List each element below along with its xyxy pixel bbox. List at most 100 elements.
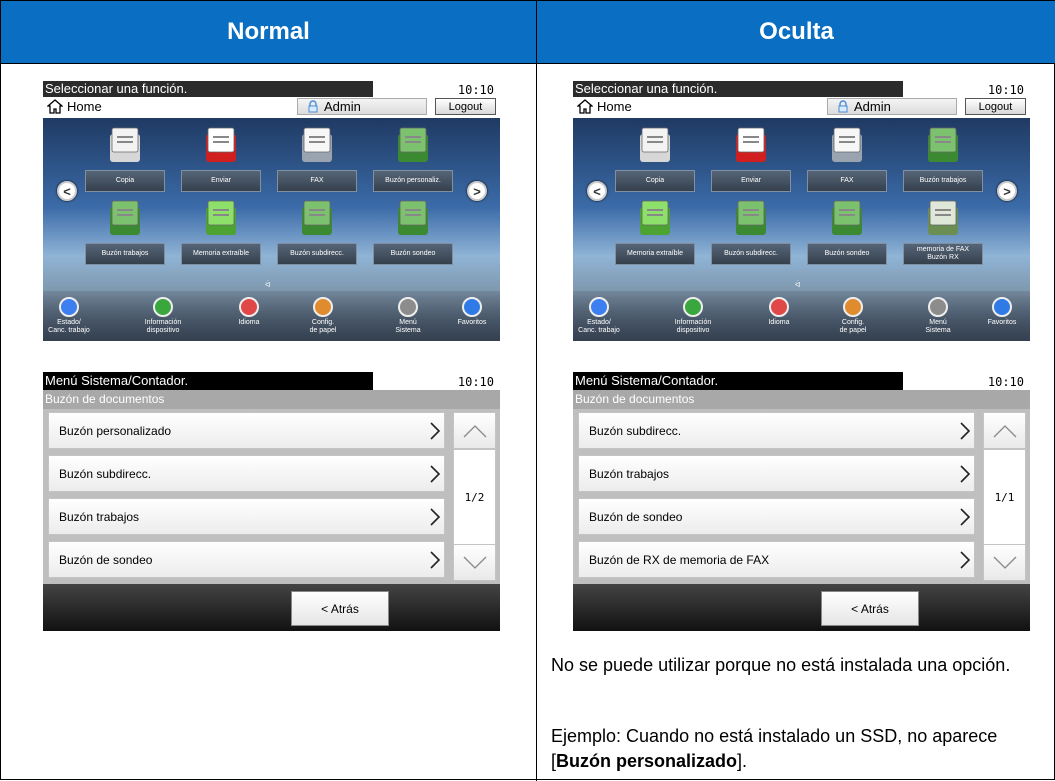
- page-counter: 1/2: [453, 449, 496, 546]
- shortcut-icon: [683, 297, 703, 317]
- shortcut-label: Menú Sistema: [395, 319, 421, 334]
- function-tile[interactable]: Buzón trabajos: [85, 197, 165, 282]
- shortcut-label: Estado/ Canc. trabajo: [48, 319, 90, 334]
- prev-page-button[interactable]: <: [57, 181, 77, 201]
- header-oculta: Oculta: [537, 1, 1055, 63]
- function-tile[interactable]: Memoria extraíble: [615, 197, 695, 282]
- function-tile-label: FAX: [807, 170, 887, 192]
- home-button[interactable]: Home: [577, 99, 632, 114]
- menu-row[interactable]: Buzón trabajos: [48, 498, 445, 535]
- function-tile[interactable]: Buzón subdirecc.: [711, 197, 791, 282]
- function-tile-label: Memoria extraíble: [615, 243, 695, 265]
- menu-row-label: Buzón de RX de memoria de FAX: [589, 552, 770, 567]
- chevron-down-icon: [463, 556, 487, 569]
- back-button[interactable]: < Atrás: [291, 591, 389, 626]
- header-normal: Normal: [1, 1, 536, 63]
- next-page-button[interactable]: >: [997, 181, 1017, 201]
- function-icon: [398, 200, 428, 235]
- shortcut-button[interactable]: Información dispositivo: [658, 297, 728, 341]
- function-icon: [302, 127, 332, 162]
- home-title: Seleccionar una función.: [573, 81, 903, 97]
- home-button[interactable]: Home: [47, 99, 102, 114]
- shortcut-icon: [928, 297, 948, 317]
- function-tile-label: memoria de FAX Buzón RX: [903, 243, 983, 265]
- shortcut-icon: [843, 297, 863, 317]
- menu-title: Menú Sistema/Contador.: [573, 372, 903, 390]
- shortcut-button[interactable]: Favoritos: [437, 297, 500, 341]
- function-tile-label: FAX: [277, 170, 357, 192]
- logout-button[interactable]: Logout: [435, 98, 496, 115]
- function-tile-label: Copia: [615, 170, 695, 192]
- chevron-right-icon: [960, 422, 971, 440]
- shortcut-label: Config. de papel: [309, 319, 337, 334]
- shortcut-button[interactable]: Idioma: [744, 297, 814, 341]
- shortcut-button[interactable]: Config. de papel: [288, 297, 358, 341]
- function-tile[interactable]: Buzón sondeo: [373, 197, 453, 282]
- note-example: Ejemplo: Cuando no está instalado un SSD…: [551, 724, 1051, 774]
- lock-icon: [308, 100, 318, 113]
- shortcut-label: Config. de papel: [839, 319, 867, 334]
- menu-row[interactable]: Buzón de sondeo: [48, 541, 445, 578]
- shortcut-button[interactable]: Menú Sistema: [373, 297, 443, 341]
- logout-button[interactable]: Logout: [965, 98, 1026, 115]
- function-icon: [110, 200, 140, 235]
- menu-row[interactable]: Buzón subdirecc.: [48, 455, 445, 492]
- shortcut-label: Menú Sistema: [925, 319, 951, 334]
- function-tile[interactable]: Buzón sondeo: [807, 197, 887, 282]
- menu-row[interactable]: Buzón personalizado: [48, 412, 445, 449]
- shortcut-label: Estado/ Canc. trabajo: [578, 319, 620, 334]
- shortcut-button[interactable]: Estado/ Canc. trabajo: [43, 297, 104, 341]
- shortcut-button[interactable]: Config. de papel: [818, 297, 888, 341]
- admin-label: Admin: [324, 99, 361, 114]
- menu-screen-normal: Menú Sistema/Contador. 10:10 Buzón de docu…: [43, 372, 500, 631]
- prev-page-button[interactable]: <: [587, 181, 607, 201]
- menu-clock: 10:10: [457, 375, 494, 389]
- menu-row[interactable]: Buzón de RX de memoria de FAX: [578, 541, 975, 578]
- function-tile[interactable]: Memoria extraíble: [181, 197, 261, 282]
- function-icon: [640, 127, 670, 162]
- shortcut-icon: [462, 297, 482, 317]
- function-tile-label: Buzón personaliz.: [373, 170, 453, 192]
- shortcut-button[interactable]: Idioma: [214, 297, 284, 341]
- function-tile-label: Buzón sondeo: [807, 243, 887, 265]
- home-navbar: Home Admin Logout: [573, 98, 1030, 116]
- page-counter: 1/1: [983, 449, 1026, 546]
- menu-footer: < Atrás: [573, 584, 1030, 631]
- menu-row[interactable]: Buzón subdirecc.: [578, 412, 975, 449]
- home-clock: 10:10: [987, 83, 1024, 97]
- shortcut-label: Idioma: [768, 319, 790, 326]
- scroll-up-button[interactable]: [453, 412, 496, 449]
- menu-row[interactable]: Buzón trabajos: [578, 455, 975, 492]
- admin-indicator: Admin: [297, 98, 427, 115]
- note-example-bold: Buzón personalizado: [556, 751, 738, 771]
- shortcut-button[interactable]: Favoritos: [967, 297, 1030, 341]
- house-icon: [47, 99, 63, 114]
- shortcut-button[interactable]: Estado/ Canc. trabajo: [573, 297, 634, 341]
- function-tile-label: Memoria extraíble: [181, 243, 261, 265]
- shortcut-icon: [313, 297, 333, 317]
- scroll-down-button[interactable]: [453, 544, 496, 581]
- menu-title: Menú Sistema/Contador.: [43, 372, 373, 390]
- shortcut-icon: [589, 297, 609, 317]
- function-icon: [110, 127, 140, 162]
- home-title: Seleccionar una función.: [43, 81, 373, 97]
- scroll-up-button[interactable]: [983, 412, 1026, 449]
- shortcut-label: Favoritos: [457, 319, 487, 326]
- shortcut-button[interactable]: Menú Sistema: [903, 297, 973, 341]
- chevron-right-icon: [430, 551, 441, 569]
- function-icon: [736, 200, 766, 235]
- house-icon: [577, 99, 593, 114]
- shortcut-button[interactable]: Información dispositivo: [128, 297, 198, 341]
- function-tile[interactable]: Buzón subdirecc.: [277, 197, 357, 282]
- menu-row[interactable]: Buzón de sondeo: [578, 498, 975, 535]
- function-tile[interactable]: memoria de FAX Buzón RX: [903, 197, 983, 282]
- note-line1: No se puede utilizar porque no está inst…: [551, 655, 1011, 675]
- home-screen-oculta: Seleccionar una función. 10:10 Home Admin Lo…: [573, 81, 1030, 341]
- back-button[interactable]: < Atrás: [821, 591, 919, 626]
- menu-row-label: Buzón trabajos: [589, 466, 670, 481]
- next-page-button[interactable]: >: [467, 181, 487, 201]
- chevron-up-icon: [463, 425, 487, 438]
- home-screen-normal: Seleccionar una función. 10:10 Home Admin Lo…: [43, 81, 500, 341]
- scroll-down-button[interactable]: [983, 544, 1026, 581]
- function-tile-label: Enviar: [711, 170, 791, 192]
